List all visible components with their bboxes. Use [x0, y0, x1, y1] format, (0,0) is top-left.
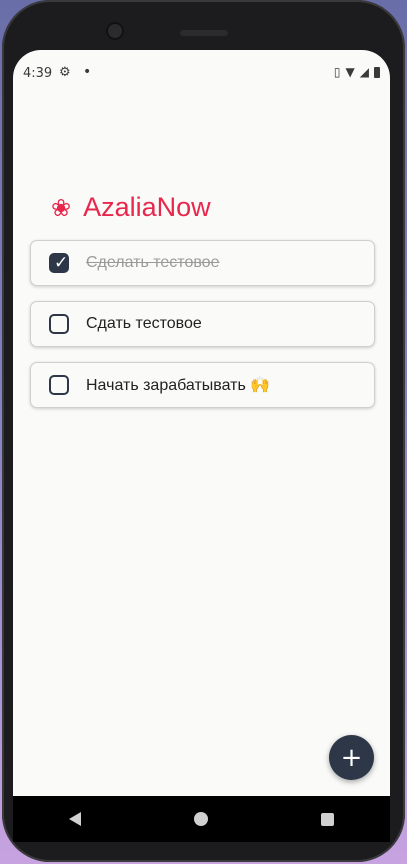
system-nav-bar [13, 796, 390, 842]
task-item[interactable]: ✓ Сделать тестовое [30, 240, 375, 286]
task-label: Сделать тестовое [86, 254, 220, 271]
recents-icon[interactable] [320, 812, 334, 826]
task-checkbox[interactable]: ✓ [49, 253, 69, 273]
back-icon[interactable] [69, 812, 82, 826]
checkmark-icon: ✓ [54, 253, 69, 273]
status-time: 4:39 [23, 66, 53, 81]
front-camera [106, 22, 124, 40]
app-title: AzaliaNow [83, 192, 211, 222]
task-item[interactable]: Начать зарабатывать 🙌 [30, 362, 375, 408]
wifi-icon: ▼ [345, 65, 355, 79]
task-checkbox[interactable] [49, 375, 69, 395]
add-task-button[interactable]: + [329, 735, 374, 780]
app-header: ❀ AzaliaNow [51, 192, 211, 223]
home-icon[interactable] [193, 812, 208, 826]
phone-bezel-top [2, 0, 405, 52]
status-icons: ▯ ▼ ◢ [334, 65, 380, 79]
task-label: Сдать тестовое [86, 315, 202, 332]
gear-icon: ⚙ [59, 65, 71, 80]
task-item[interactable]: Сдать тестовое [30, 301, 375, 347]
battery-icon [374, 66, 380, 78]
task-checkbox[interactable] [49, 314, 69, 334]
vibrate-icon: ▯ [333, 65, 341, 79]
status-bar: 4:39 ⚙ • ▯ ▼ ◢ [13, 50, 390, 96]
notification-dot-icon: • [83, 64, 92, 80]
task-label: Начать зарабатывать 🙌 [86, 377, 271, 394]
earpiece-speaker [180, 30, 228, 36]
signal-icon: ◢ [359, 65, 369, 79]
rose-icon: ❀ [51, 193, 72, 222]
app-screen: 4:39 ⚙ • ▯ ▼ ◢ ❀ AzaliaNow ✓ Сделать тес… [13, 50, 390, 796]
